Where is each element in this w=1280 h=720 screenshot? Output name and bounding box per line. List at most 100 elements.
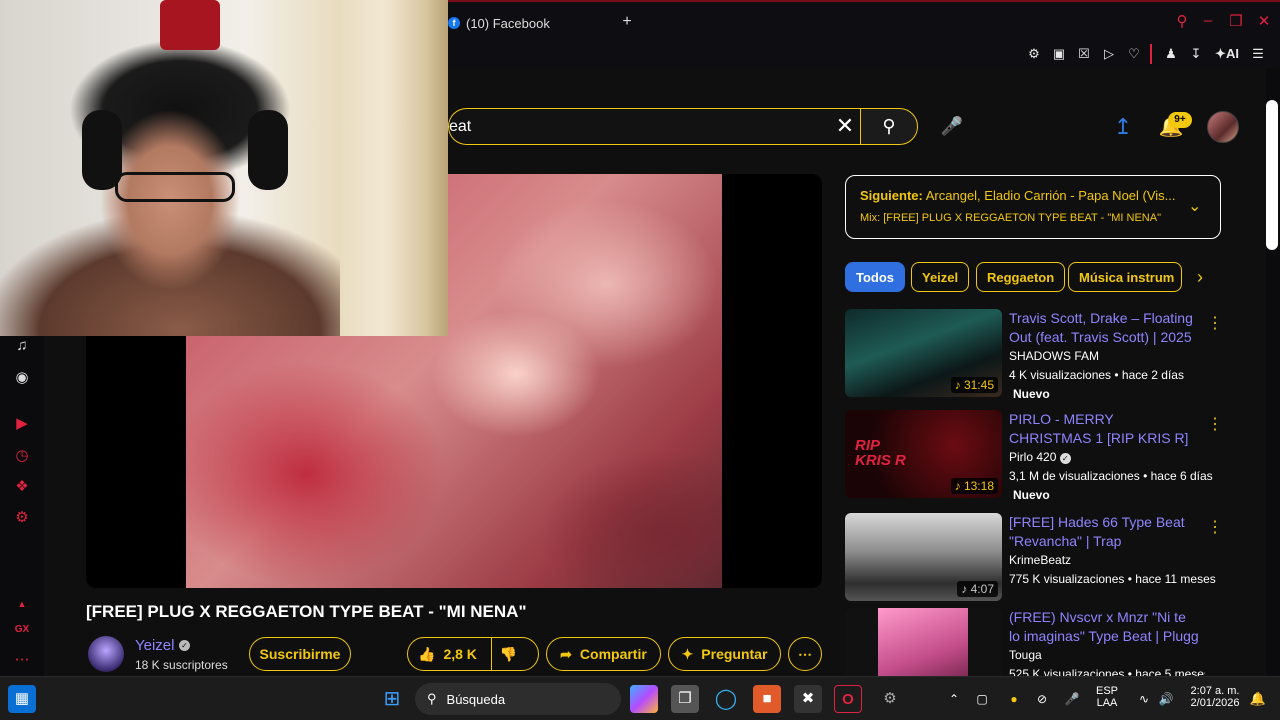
account-icon[interactable]: ♟ [1161, 44, 1181, 64]
taskbar-search[interactable]: ⚲ Búsqueda [415, 683, 621, 715]
duration-badge: ♪ 13:18 [950, 478, 998, 494]
minimize-button[interactable]: – [1198, 12, 1218, 29]
language-indicator[interactable]: ESP LAA [1092, 685, 1122, 709]
list-item[interactable]: RIP KRIS R ♪ 13:18 PIRLO - MERRY CHRISTM… [845, 410, 1223, 502]
thumbnail-image [878, 608, 968, 676]
ask-button[interactable]: ✦ Preguntar [668, 637, 781, 671]
edge-icon[interactable]: ◯ [712, 685, 740, 713]
ai-button[interactable]: ✦AI [1212, 44, 1242, 64]
like-button[interactable]: 👍 2,8 K [418, 646, 477, 663]
channel-name[interactable]: Yeizel [135, 637, 174, 654]
close-button[interactable]: ✕ [1254, 12, 1274, 30]
tab-facebook[interactable]: f (10) Facebook [448, 10, 550, 36]
headphone-right [248, 110, 288, 190]
tiktok-icon[interactable]: ♫ [12, 336, 32, 356]
opera-gx-icon[interactable]: O [834, 685, 862, 713]
pin-icon[interactable]: ⚙ [1024, 44, 1044, 64]
chip-yeizel[interactable]: Yeizel [911, 262, 970, 292]
settings-icon[interactable]: ⚙ [12, 508, 32, 528]
toolbar-divider [1150, 44, 1152, 64]
video-thumbnail[interactable]: ♪ 4:07 [845, 513, 1002, 601]
adblock-icon[interactable]: ☒ [1074, 44, 1094, 64]
search-query: eat [449, 118, 472, 135]
chip-todos[interactable]: Todos [845, 262, 906, 292]
rec-channel[interactable]: SHADOWS FAM [1009, 349, 1099, 363]
share-button[interactable]: ➦ Compartir [546, 637, 661, 671]
microphone-icon[interactable]: 🎤 [940, 114, 964, 138]
page-scrollbar[interactable] [1266, 100, 1278, 250]
new-tab-button[interactable]: + [618, 12, 636, 32]
channel-avatar[interactable] [88, 636, 124, 672]
list-item[interactable]: (FREE) Nvscvr x Mnzr "Ni te lo imaginas"… [845, 608, 1205, 676]
pin-small-icon[interactable]: ▲ [12, 594, 32, 614]
windows-start-icon[interactable]: ⊞ [378, 685, 406, 713]
rec-meta: 3,1 M de visualizaciones • hace 6 días [1009, 469, 1213, 483]
player-icon[interactable]: ▶ [12, 414, 32, 434]
verified-icon: ✓ [179, 640, 190, 651]
extensions-icon[interactable]: ❖ [12, 477, 32, 497]
webcam-overlay [0, 0, 448, 336]
new-badge: Nuevo [1013, 387, 1050, 401]
history-icon[interactable]: ◷ [12, 446, 32, 466]
heart-icon[interactable]: ♡ [1124, 44, 1144, 64]
search-icon: ⚲ [427, 691, 437, 706]
clock[interactable]: 2:07 a. m. 2/01/2026 [1180, 685, 1250, 709]
upload-icon[interactable]: ↥ [1110, 114, 1136, 140]
chevron-right-icon[interactable]: › [1190, 266, 1210, 288]
clear-search-icon[interactable]: ✕ [833, 114, 857, 138]
search-icon: ⚲ [882, 116, 896, 136]
capcut-icon[interactable]: ✖ [794, 685, 822, 713]
video-thumbnail[interactable]: RIP KRIS R ♪ 13:18 [845, 410, 1002, 498]
search-tabs-icon[interactable]: ⚲ [1172, 12, 1192, 30]
restore-button[interactable]: ❐ [1226, 12, 1246, 30]
rec-title[interactable]: PIRLO - MERRY CHRISTMAS 1 [RIP KRIS R] (… [1009, 410, 1199, 448]
menu-icon[interactable]: ☰ [1248, 44, 1268, 64]
discord-icon[interactable]: ◉ [12, 368, 32, 388]
tray-mic-icon[interactable]: 🎤 [1058, 685, 1086, 713]
steam-icon[interactable]: ⚙ [876, 685, 904, 713]
like-divider [490, 637, 492, 671]
dislike-button[interactable]: 👎 [500, 646, 517, 663]
list-item[interactable]: ♪ 31:45 Travis Scott, Drake – Floating O… [845, 309, 1223, 401]
duration-badge: ♪ 31:45 [950, 377, 998, 393]
gx-icon[interactable]: GX [12, 620, 32, 640]
tray-app-icon[interactable]: ▢ [968, 685, 996, 713]
search-button[interactable]: ⚲ [860, 108, 918, 145]
more-icon[interactable]: ⋯ [12, 650, 32, 670]
volume-icon[interactable]: 🔊 [1152, 685, 1180, 713]
notifications-icon[interactable]: 🔔 [1244, 685, 1272, 713]
tray-expand-icon[interactable]: ⌃ [940, 685, 968, 713]
video-thumbnail[interactable] [845, 608, 1002, 676]
video-thumbnail[interactable]: ♪ 31:45 [845, 309, 1002, 397]
play-icon[interactable]: ▷ [1099, 44, 1119, 64]
tray-nvidia-icon[interactable]: ● [1000, 685, 1028, 713]
task-view-icon[interactable]: ❐ [671, 685, 699, 713]
duration-badge: ♪ 4:07 [957, 581, 998, 597]
more-actions-button[interactable]: ⋯ [788, 637, 822, 671]
rec-meta: 775 K visualizaciones • hace 11 meses [1009, 572, 1216, 586]
office-icon[interactable]: ■ [753, 685, 781, 713]
rec-title[interactable]: Travis Scott, Drake – Floating Out (feat… [1009, 309, 1199, 347]
chevron-down-icon[interactable]: ⌄ [1188, 196, 1201, 216]
kebab-menu-icon[interactable]: ⋮ [1207, 414, 1223, 434]
rec-title[interactable]: [FREE] Hades 66 Type Beat "Revancha" | T… [1009, 513, 1199, 551]
search-input[interactable]: eat [448, 108, 860, 145]
rec-channel[interactable]: Pirlo 420 ✓ [1009, 450, 1071, 464]
rec-title[interactable]: (FREE) Nvscvr x Mnzr "Ni te lo imaginas"… [1009, 608, 1199, 646]
up-next-panel[interactable]: Siguiente: Arcangel, Eladio Carrión - Pa… [845, 175, 1221, 239]
widgets-icon[interactable]: ▦ [8, 685, 36, 713]
avatar[interactable] [1207, 111, 1239, 143]
download-icon[interactable]: ↧ [1186, 44, 1206, 64]
tray-eye-icon[interactable]: ⊘ [1028, 685, 1056, 713]
kebab-menu-icon[interactable]: ⋮ [1207, 517, 1223, 537]
copilot-icon[interactable] [630, 685, 658, 713]
chip-musica-instrumental[interactable]: Música instrum [1068, 262, 1182, 292]
snapshot-icon[interactable]: ▣ [1049, 44, 1069, 64]
chip-reggaeton[interactable]: Reggaeton [976, 262, 1066, 292]
rec-meta: 4 K visualizaciones • hace 2 días [1009, 368, 1184, 382]
kebab-menu-icon[interactable]: ⋮ [1207, 313, 1223, 333]
rec-channel[interactable]: KrimeBeatz [1009, 553, 1071, 567]
subscribe-button[interactable]: Suscribirme [249, 637, 351, 671]
list-item[interactable]: ♪ 4:07 [FREE] Hades 66 Type Beat "Revanc… [845, 513, 1223, 605]
rec-channel[interactable]: Touga [1009, 648, 1042, 662]
